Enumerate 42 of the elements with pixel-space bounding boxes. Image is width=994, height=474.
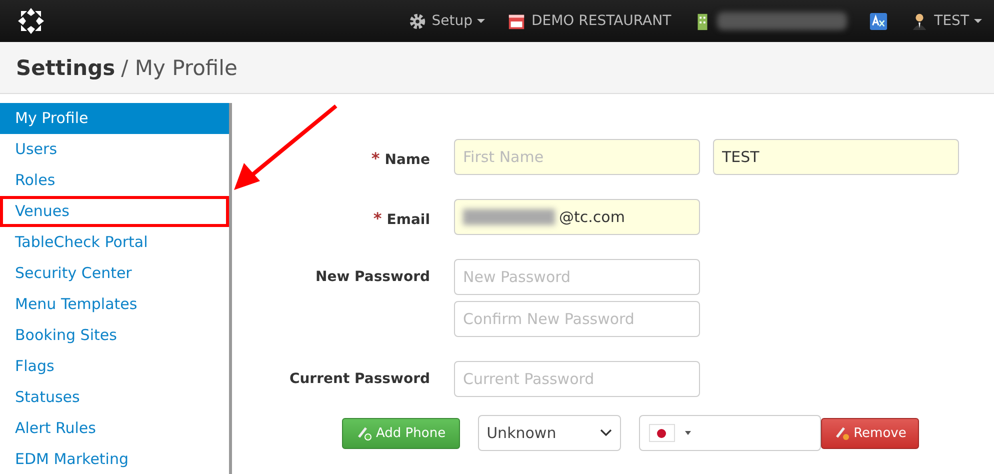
sidebar-item[interactable]: My Profile xyxy=(0,103,229,134)
restaurant-menu[interactable]: DEMO RESTAURANT xyxy=(531,13,672,29)
sidebar-item[interactable]: Alert Rules xyxy=(0,413,229,444)
gear-icon xyxy=(408,12,427,30)
sidebar-item[interactable]: EDM Marketing xyxy=(0,444,229,474)
translate-icon[interactable] xyxy=(869,12,888,30)
page-subtitle: / My Profile xyxy=(121,56,238,80)
sidebar-item[interactable]: Statuses xyxy=(0,382,229,413)
field-label: Email xyxy=(386,212,430,228)
page-title: Settings xyxy=(16,56,116,80)
caret-icon xyxy=(477,19,486,23)
input-field[interactable]: Current Password xyxy=(454,361,700,397)
remove-button[interactable]: Remove xyxy=(820,418,920,448)
phone-icon xyxy=(356,425,372,441)
caret-icon xyxy=(974,19,982,23)
chevron-icon xyxy=(600,429,612,437)
input-field[interactable]: Confirm New Password xyxy=(454,301,700,337)
caret-icon xyxy=(684,431,691,435)
sidebar-item[interactable]: Roles xyxy=(0,165,229,196)
phone-type-select[interactable]: Unknown xyxy=(478,415,621,451)
input-field[interactable]: TEST xyxy=(713,139,959,175)
required-mark: * xyxy=(371,149,380,168)
sidebar-item[interactable]: TableCheck Portal xyxy=(0,227,229,258)
field-label: Current Password xyxy=(289,371,430,387)
input-field[interactable]: First Name xyxy=(454,139,700,175)
sidebar-item[interactable]: Booking Sites xyxy=(0,320,229,351)
required-mark: * xyxy=(373,209,382,228)
japan-flag-icon xyxy=(648,424,675,442)
setup-menu[interactable]: Setup xyxy=(432,13,472,29)
field-label: New Password xyxy=(316,269,430,285)
sidebar-item[interactable]: Menu Templates xyxy=(0,289,229,320)
user-menu[interactable]: TEST xyxy=(934,13,969,29)
sidebar-item[interactable]: Users xyxy=(0,134,229,165)
phone-icon xyxy=(834,425,850,441)
phone-field[interactable] xyxy=(638,415,821,451)
input-field[interactable]: New Password xyxy=(454,259,700,295)
sidebar-item[interactable]: Venues xyxy=(0,196,229,227)
logo-icon[interactable] xyxy=(16,6,46,36)
add-phone-button[interactable]: Add Phone xyxy=(342,418,460,448)
sidebar-item[interactable]: Security Center xyxy=(0,258,229,289)
field-label: Name xyxy=(384,152,430,168)
sidebar-item[interactable]: Flags xyxy=(0,351,229,382)
